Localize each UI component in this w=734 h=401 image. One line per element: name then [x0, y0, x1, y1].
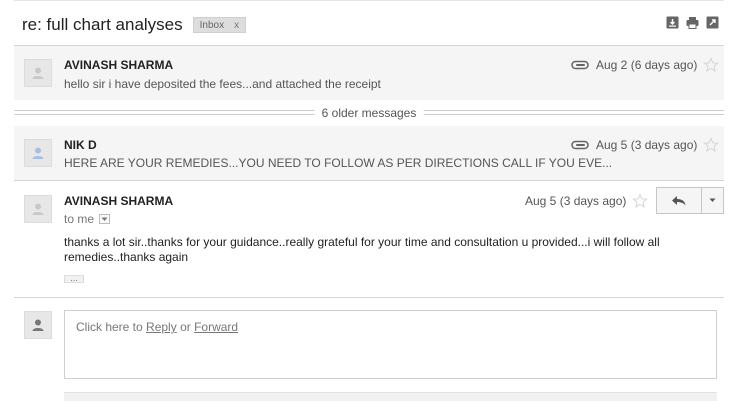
attachment-icon	[571, 140, 589, 150]
star-icon[interactable]	[703, 57, 720, 73]
reply-prompt-prefix: Click here to	[76, 320, 143, 334]
message-collapsed-1[interactable]: AVINASH SHARMA hello sir i have deposite…	[14, 46, 724, 100]
reply-prompt-or: or	[180, 320, 191, 334]
thread-header: re: full chart analyses Inbox x	[22, 12, 247, 38]
download-icon[interactable]	[666, 16, 679, 29]
remove-label-button[interactable]: x	[234, 20, 239, 31]
avatar	[24, 311, 52, 339]
person-icon	[32, 147, 44, 159]
top-border	[14, 0, 724, 1]
reply-box[interactable]: Click here to Reply or Forward	[64, 310, 717, 379]
reply-arrow-icon	[672, 195, 686, 205]
older-messages-bar[interactable]: 6 older messages	[14, 103, 724, 125]
avatar	[24, 139, 52, 167]
message-meta: Aug 5 (3 days ago)	[525, 193, 649, 209]
new-window-icon[interactable]	[706, 16, 719, 29]
message-meta: Aug 5 (3 days ago)	[571, 137, 720, 153]
person-icon	[32, 319, 44, 331]
divider	[14, 297, 724, 298]
message-snippet: HERE ARE YOUR REMEDIES...YOU NEED TO FOL…	[64, 156, 613, 170]
inbox-label[interactable]: Inbox x	[192, 17, 247, 33]
message-expanded: AVINASH SHARMA to me Aug 5 (3 days ago) …	[14, 181, 724, 296]
older-messages-count[interactable]: 6 older messages	[314, 106, 424, 120]
chevron-down-icon	[101, 217, 108, 221]
sender-name: AVINASH SHARMA	[64, 58, 174, 72]
bottom-strip	[64, 392, 717, 401]
reply-actions	[656, 187, 724, 214]
sender-name: AVINASH SHARMA	[64, 194, 174, 208]
show-trimmed-content-button[interactable]: ...	[64, 274, 84, 283]
person-icon	[32, 67, 44, 79]
chevron-down-icon	[709, 198, 716, 202]
avatar	[24, 59, 52, 87]
message-collapsed-2[interactable]: NIK D HERE ARE YOUR REMEDIES...YOU NEED …	[14, 126, 724, 180]
message-snippet: hello sir i have deposited the fees...an…	[64, 77, 381, 91]
person-icon	[32, 203, 44, 215]
avatar	[24, 195, 52, 223]
message-date: Aug 5 (3 days ago)	[525, 194, 627, 208]
show-details-button[interactable]	[99, 214, 111, 224]
message-date: Aug 2 (6 days ago)	[596, 58, 698, 72]
inbox-label-text: Inbox	[199, 19, 225, 31]
sender-name: NIK D	[64, 138, 97, 152]
thread-subject: re: full chart analyses	[22, 15, 183, 34]
print-icon[interactable]	[686, 16, 699, 29]
thread-actions	[666, 16, 719, 29]
message-body: thanks a lot sir..thanks for your guidan…	[64, 235, 660, 264]
reply-prompt: Click here to Reply or Forward	[76, 320, 238, 334]
attachment-icon	[571, 60, 589, 70]
star-icon[interactable]	[632, 193, 649, 209]
recipient-text: to me	[64, 212, 95, 226]
message-date: Aug 5 (3 days ago)	[596, 138, 698, 152]
reply-link[interactable]: Reply	[146, 320, 177, 334]
star-icon[interactable]	[703, 137, 720, 153]
forward-link[interactable]: Forward	[194, 320, 238, 334]
recipient-line: to me	[64, 212, 111, 226]
reply-button[interactable]	[656, 187, 702, 214]
message-meta: Aug 2 (6 days ago)	[571, 57, 720, 73]
more-options-button[interactable]	[702, 187, 724, 214]
